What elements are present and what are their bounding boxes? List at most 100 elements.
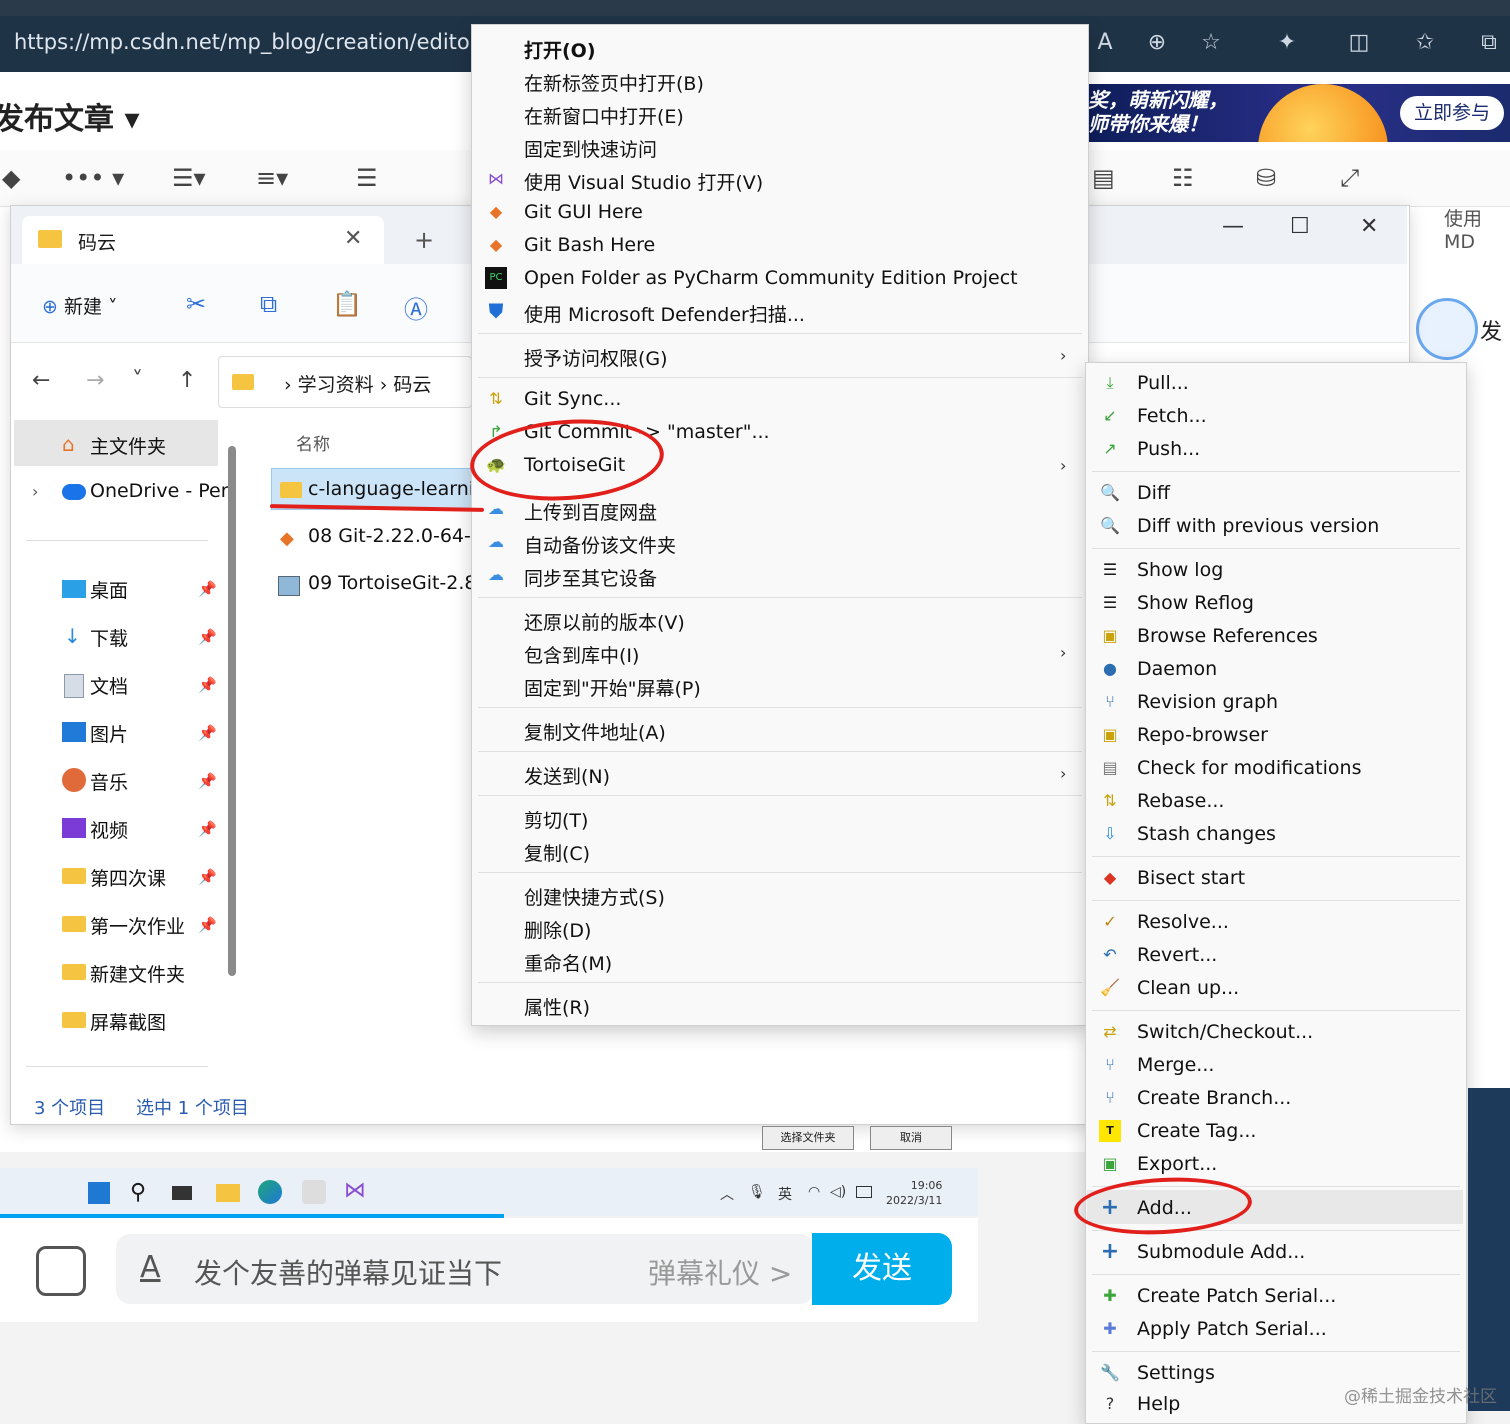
back-icon[interactable]: ← bbox=[32, 368, 50, 393]
tab-mayun[interactable] bbox=[22, 216, 384, 266]
copy-icon[interactable]: ⧉ bbox=[260, 290, 277, 318]
extensions-icon[interactable]: ✦ bbox=[1272, 28, 1302, 58]
cut-icon[interactable]: ✂ bbox=[186, 290, 206, 318]
submenu-item-check-modifications[interactable]: Check for modifications bbox=[1137, 757, 1361, 779]
nav-item-music[interactable]: 音乐 bbox=[90, 768, 128, 795]
nav-item-downloads[interactable]: 下载 bbox=[90, 624, 128, 651]
pin-icon[interactable]: 📌 bbox=[198, 580, 217, 598]
close-window-icon[interactable]: ✕ bbox=[1360, 214, 1378, 239]
menu-item-delete[interactable]: 删除(D) bbox=[524, 916, 591, 943]
join-button[interactable]: 立即参与 bbox=[1400, 96, 1504, 130]
use-md-link[interactable]: 使用 MD bbox=[1444, 204, 1510, 253]
fullscreen-icon[interactable]: ⤢ bbox=[1340, 164, 1359, 192]
menu-item-cut[interactable]: 剪切(T) bbox=[524, 806, 588, 833]
submenu-item-push[interactable]: Push... bbox=[1137, 438, 1200, 460]
collections-icon[interactable]: ⧉ bbox=[1474, 28, 1504, 58]
pin-icon[interactable]: 📌 bbox=[198, 676, 217, 694]
select-folder-button[interactable]: 选择文件夹 bbox=[762, 1126, 854, 1150]
outline-icon[interactable]: ☷ bbox=[1172, 164, 1194, 192]
menu-item-copy[interactable]: 复制(C) bbox=[524, 839, 590, 866]
nav-item-documents[interactable]: 文档 bbox=[90, 672, 128, 699]
menu-item-copy-path[interactable]: 复制文件地址(A) bbox=[524, 718, 666, 745]
menu-item-grant-access[interactable]: 授予访问权限(G) bbox=[524, 344, 668, 371]
menu-item-defender[interactable]: 使用 Microsoft Defender扫描... bbox=[524, 300, 805, 327]
rename-icon[interactable]: Ⓐ bbox=[404, 290, 428, 325]
submenu-item-create-tag[interactable]: Create Tag... bbox=[1137, 1120, 1256, 1142]
file-item-tortoisegit-installer[interactable]: 09 TortoiseGit-2.8.0 bbox=[308, 572, 495, 594]
submenu-item-settings[interactable]: Settings bbox=[1137, 1362, 1215, 1384]
maximize-icon[interactable]: ☐ bbox=[1290, 214, 1310, 239]
menu-item-pycharm[interactable]: Open Folder as PyCharm Community Edition… bbox=[524, 267, 1018, 289]
nav-item-home[interactable]: 主文件夹 bbox=[90, 432, 166, 459]
submenu-item-bisect-start[interactable]: Bisect start bbox=[1137, 867, 1245, 889]
app-icon[interactable] bbox=[302, 1180, 326, 1204]
menu-item-send-to[interactable]: 发送到(N) bbox=[524, 762, 610, 789]
url-text[interactable]: https://mp.csdn.net/mp_blog/creation/edi… bbox=[14, 30, 478, 54]
menu-item-pin-quick-access[interactable]: 固定到快速访问 bbox=[524, 135, 657, 162]
windows-start-icon[interactable] bbox=[88, 1182, 110, 1204]
submenu-item-revision-graph[interactable]: Revision graph bbox=[1137, 691, 1278, 713]
minimize-icon[interactable]: — bbox=[1222, 214, 1244, 239]
pin-icon[interactable]: 📌 bbox=[198, 772, 217, 790]
forward-icon[interactable]: → bbox=[86, 368, 104, 393]
menu-item-open-new-tab[interactable]: 在新标签页中打开(B) bbox=[524, 69, 704, 96]
page-title[interactable]: 发布文章 ▾ bbox=[0, 94, 140, 138]
menu-item-upload-baidu[interactable]: 上传到百度网盘 bbox=[524, 498, 657, 525]
search-icon[interactable]: ⚲ bbox=[130, 1180, 146, 1205]
pin-icon[interactable]: 📌 bbox=[198, 916, 217, 934]
split-screen-icon[interactable]: ◫ bbox=[1344, 28, 1374, 58]
submenu-item-show-reflog[interactable]: Show Reflog bbox=[1137, 592, 1254, 614]
submenu-item-help[interactable]: Help bbox=[1137, 1393, 1180, 1415]
pin-icon[interactable]: 📌 bbox=[198, 724, 217, 742]
file-item-c-language[interactable]: c-language-learnir bbox=[308, 478, 482, 500]
submenu-item-diff-previous[interactable]: Diff with previous version bbox=[1137, 515, 1379, 537]
text-style-icon[interactable]: A bbox=[140, 1250, 161, 1285]
nav-item-desktop[interactable]: 桌面 bbox=[90, 576, 128, 603]
zoom-icon[interactable]: ⊕ bbox=[1142, 28, 1172, 58]
submenu-item-pull[interactable]: Pull... bbox=[1137, 372, 1189, 394]
taskbar-clock[interactable]: 19:06 2022/3/11 bbox=[886, 1178, 942, 1208]
submenu-item-diff[interactable]: Diff bbox=[1137, 482, 1170, 504]
nav-item-screenshots[interactable]: 屏幕截图 bbox=[90, 1008, 166, 1035]
microphone-icon[interactable]: 🎙 bbox=[748, 1184, 766, 1200]
favorites-icon[interactable]: ✩ bbox=[1410, 28, 1440, 58]
menu-item-properties[interactable]: 属性(R) bbox=[524, 993, 590, 1020]
align-icon[interactable]: ≡▾ bbox=[256, 164, 288, 192]
nav-item-homework-1[interactable]: 第一次作业 bbox=[90, 912, 185, 939]
expand-icon[interactable]: › bbox=[32, 482, 38, 501]
menu-item-include-library[interactable]: 包含到库中(I) bbox=[524, 641, 639, 668]
submenu-item-show-log[interactable]: Show log bbox=[1137, 559, 1223, 581]
danmu-etiquette-link[interactable]: 弹幕礼仪 > bbox=[648, 1252, 792, 1292]
nav-scrollbar[interactable] bbox=[228, 446, 236, 976]
submenu-item-repo-browser[interactable]: Repo-browser bbox=[1137, 724, 1268, 746]
submenu-item-clean-up[interactable]: Clean up... bbox=[1137, 977, 1239, 999]
list-icon[interactable]: ☰▾ bbox=[172, 164, 206, 192]
explorer-taskbar-icon[interactable] bbox=[216, 1184, 240, 1202]
pin-icon[interactable]: 📌 bbox=[198, 820, 217, 838]
submenu-item-resolve[interactable]: Resolve... bbox=[1137, 911, 1229, 933]
submenu-item-create-branch[interactable]: Create Branch... bbox=[1137, 1087, 1291, 1109]
menu-item-open[interactable]: 打开(O) bbox=[524, 36, 596, 63]
nav-item-videos[interactable]: 视频 bbox=[90, 816, 128, 843]
menu-item-git-bash[interactable]: Git Bash Here bbox=[524, 234, 655, 256]
read-aloud-icon[interactable]: A bbox=[1090, 28, 1120, 58]
avatar[interactable] bbox=[1416, 298, 1478, 360]
more-icon[interactable]: ••• ▾ bbox=[62, 164, 124, 192]
menu-item-open-visual-studio[interactable]: 使用 Visual Studio 打开(V) bbox=[524, 168, 763, 195]
paint-icon[interactable]: ◆ bbox=[2, 164, 20, 192]
submenu-item-switch-checkout[interactable]: Switch/Checkout... bbox=[1137, 1021, 1313, 1043]
stamp-icon[interactable]: ⛁ bbox=[1256, 164, 1276, 192]
table-icon[interactable]: ▤ bbox=[1092, 164, 1115, 192]
submenu-item-revert[interactable]: Revert... bbox=[1137, 944, 1217, 966]
indent-icon[interactable]: ☰ bbox=[356, 164, 378, 192]
add-favorite-icon[interactable]: ☆ bbox=[1196, 28, 1226, 58]
send-button[interactable]: 发送 bbox=[812, 1233, 952, 1305]
pin-icon[interactable]: 📌 bbox=[198, 868, 217, 886]
publish-text[interactable]: 发 bbox=[1480, 314, 1502, 346]
submenu-item-daemon[interactable]: Daemon bbox=[1137, 658, 1217, 680]
cancel-button[interactable]: 取消 bbox=[870, 1126, 952, 1150]
submenu-item-stash[interactable]: Stash changes bbox=[1137, 823, 1276, 845]
nav-item-pictures[interactable]: 图片 bbox=[90, 720, 128, 747]
submenu-item-submodule-add[interactable]: Submodule Add... bbox=[1137, 1241, 1305, 1263]
menu-item-git-gui[interactable]: Git GUI Here bbox=[524, 201, 643, 223]
